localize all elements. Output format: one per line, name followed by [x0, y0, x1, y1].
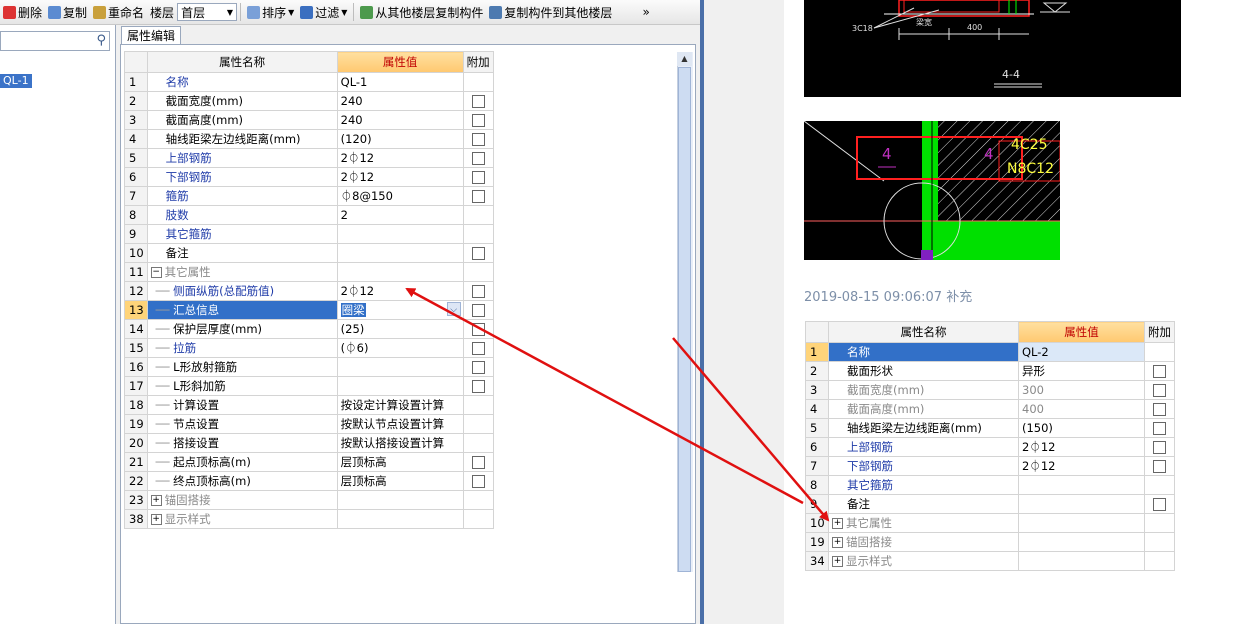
arrow-to-left-grid — [405, 287, 804, 505]
arrow-to-right-grid — [672, 337, 830, 522]
annotation-arrows — [405, 287, 830, 522]
